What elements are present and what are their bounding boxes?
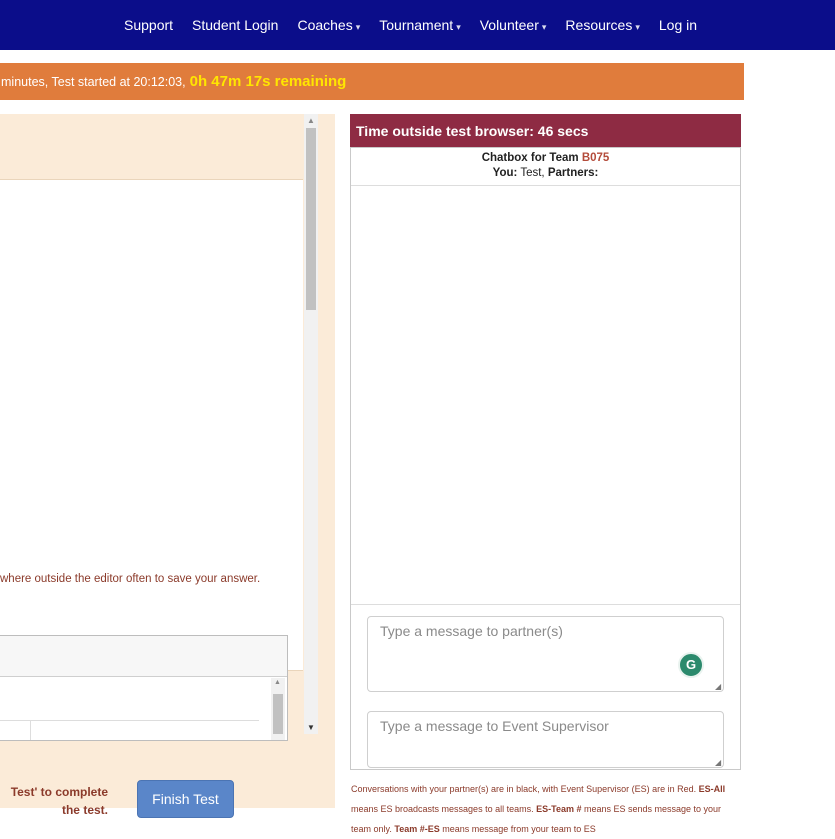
chevron-down-icon: ▾	[541, 22, 547, 32]
question-panel: ▲ ▼ where outside the editor often to sa…	[0, 114, 335, 818]
question-scrollbar[interactable]: ▲ ▼	[304, 114, 318, 734]
nav-support[interactable]: Support	[124, 17, 173, 33]
nav-coaches[interactable]: Coaches ▾	[297, 17, 360, 33]
nav-student-login[interactable]: Student Login	[192, 17, 278, 33]
chevron-down-icon: ▾	[456, 22, 461, 32]
chat-header: Chatbox for Team B075 You: Test, Partner…	[351, 148, 740, 186]
chatbox: Chatbox for Team B075 You: Test, Partner…	[350, 147, 741, 770]
save-answer-note: where outside the editor often to save y…	[0, 573, 261, 585]
event-supervisor-message-input[interactable]	[367, 711, 724, 768]
resize-handle-icon[interactable]: ◢	[715, 682, 721, 691]
answer-editor[interactable]: ▲	[0, 635, 288, 741]
editor-table-divider	[30, 721, 31, 740]
nav-log-in[interactable]: Log in	[659, 17, 697, 33]
question-content-area	[0, 179, 303, 671]
scrollbar-thumb[interactable]	[306, 128, 316, 310]
timer-remaining: 0h 47m 17s remaining	[189, 73, 347, 90]
editor-scrollbar[interactable]: ▲	[271, 678, 285, 740]
chevron-down-icon: ▾	[355, 22, 361, 32]
scroll-up-icon[interactable]: ▲	[274, 679, 281, 686]
nav-tournament[interactable]: Tournament ▾	[379, 17, 460, 33]
scroll-up-icon[interactable]: ▲	[307, 116, 315, 125]
time-outside-banner: Time outside test browser: 46 secs	[350, 114, 741, 147]
chat-messages	[351, 186, 740, 605]
resize-handle-icon[interactable]: ◢	[715, 758, 721, 767]
scrollbar-thumb[interactable]	[273, 694, 283, 734]
finish-instruction: Test' to complete the test.	[10, 785, 108, 817]
grammarly-icon[interactable]: G	[678, 652, 704, 678]
chat-legend-note: Conversations with your partner(s) are i…	[351, 784, 726, 834]
nav-volunteer[interactable]: Volunteer ▾	[480, 17, 547, 33]
partner-message-input[interactable]	[367, 616, 724, 692]
top-navbar: Support Student Login Coaches ▾ Tournamen…	[0, 0, 835, 50]
nav-menu: Support Student Login Coaches ▾ Tournamen…	[124, 0, 716, 50]
timer-start-text: minutes, Test started at 20:12:03,	[1, 74, 186, 89]
editor-table[interactable]	[0, 720, 259, 740]
scroll-down-icon[interactable]: ▼	[307, 723, 315, 732]
editor-toolbar	[0, 636, 287, 677]
chevron-down-icon: ▾	[635, 22, 640, 32]
test-timer-bar: minutes, Test started at 20:12:03, 0h 47…	[0, 63, 744, 100]
finish-test-button[interactable]: Finish Test	[137, 780, 234, 818]
team-code: B075	[581, 152, 610, 164]
nav-resources[interactable]: Resources ▾	[565, 17, 639, 33]
